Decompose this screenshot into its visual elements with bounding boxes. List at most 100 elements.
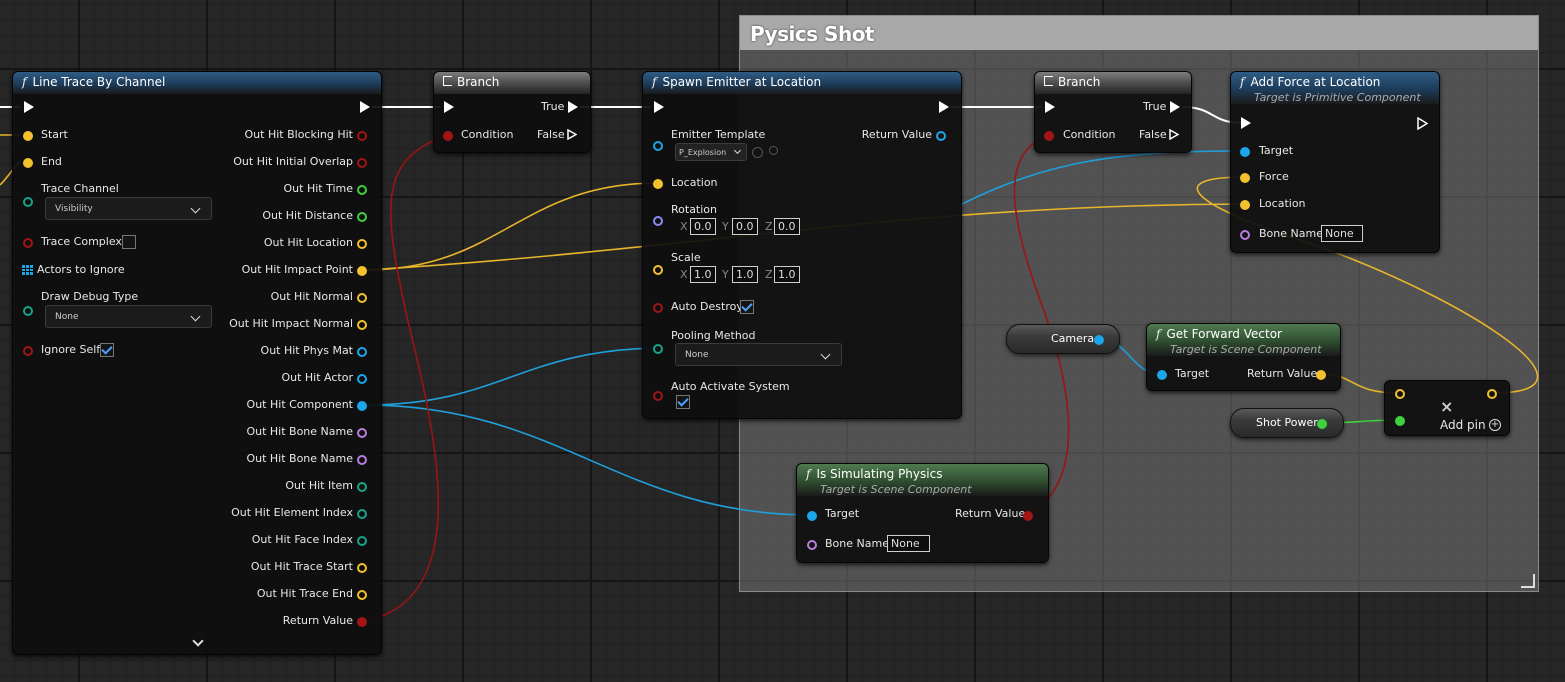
out-hit-impact-point-pin[interactable]: [357, 266, 367, 276]
pooling-method-dropdown[interactable]: None: [675, 343, 842, 366]
forward-return-value-pin[interactable]: [1316, 370, 1326, 380]
out-hit-time-pin[interactable]: [357, 185, 367, 195]
out-hit-bone-name-pin[interactable]: [357, 428, 367, 438]
draw-debug-dropdown[interactable]: None: [45, 305, 212, 328]
auto-destroy-checkbox[interactable]: [740, 300, 754, 314]
trace-complex-pin[interactable]: [23, 238, 33, 248]
out-hit-trace-start-pin[interactable]: [357, 563, 367, 573]
branch2-true-pin[interactable]: [1170, 101, 1180, 113]
rotation-z-input[interactable]: 0.0: [774, 218, 800, 235]
draw-debug-value: None: [55, 312, 79, 322]
out-hit-trace-end-pin[interactable]: [357, 590, 367, 600]
add-pin-plus-icon[interactable]: +: [1489, 419, 1501, 431]
ignore-self-checkbox[interactable]: [100, 343, 114, 357]
rotation-x-input[interactable]: 0.0: [690, 218, 716, 235]
camera-out-pin[interactable]: [1094, 335, 1104, 345]
emitter-template-dropdown[interactable]: P_Explosion: [675, 143, 747, 161]
add-force-subtitle: Target is Primitive Component: [1254, 91, 1421, 104]
branch-header-2[interactable]: Branch: [1035, 72, 1191, 94]
ignore-self-pin[interactable]: [23, 346, 33, 356]
end-pin[interactable]: [23, 158, 33, 168]
spawn-return-value-pin[interactable]: [936, 131, 946, 141]
simulating-return-value-pin[interactable]: [1023, 511, 1033, 521]
scale-pin[interactable]: [653, 265, 663, 275]
branch-exec-in-pin[interactable]: [444, 101, 454, 113]
out-hit-blocking-hit-label: Out Hit Blocking Hit: [244, 128, 353, 141]
multiply-out-pin[interactable]: [1487, 389, 1497, 399]
trace-complex-checkbox[interactable]: [122, 235, 136, 249]
out-hit-blocking-hit-pin[interactable]: [357, 131, 367, 141]
add-force-location-pin[interactable]: [1240, 200, 1250, 210]
array-pin-icon[interactable]: [22, 265, 33, 275]
rotation-pin[interactable]: [653, 216, 663, 226]
out-hit-component-pin[interactable]: [357, 401, 367, 411]
add-force-header[interactable]: f Add Force at Location Target is Primitiv…: [1231, 72, 1439, 104]
out-hit-item-pin[interactable]: [357, 482, 367, 492]
trace-channel-dropdown[interactable]: Visibility: [45, 197, 212, 220]
branch2-false-pin[interactable]: [1169, 129, 1179, 140]
use-selected-icon[interactable]: [752, 147, 763, 158]
branch-true-pin[interactable]: [568, 101, 578, 113]
simulating-bone-name-label: Bone Name: [825, 537, 889, 550]
rotation-y-input[interactable]: 0.0: [732, 218, 758, 235]
scale-x-input[interactable]: 1.0: [690, 266, 716, 283]
out-hit-bone-name-2-pin[interactable]: [357, 455, 367, 465]
start-pin[interactable]: [23, 131, 33, 141]
out-hit-initial-overlap-pin[interactable]: [357, 158, 367, 168]
branch-icon: [443, 76, 452, 86]
branch-icon: [1044, 76, 1053, 86]
spawn-exec-in-pin[interactable]: [654, 101, 664, 113]
simulating-bone-name-pin[interactable]: [807, 540, 817, 550]
scale-z-input[interactable]: 1.0: [774, 266, 800, 283]
simulating-bone-name-input[interactable]: None: [887, 535, 930, 552]
branch-header[interactable]: Branch: [434, 72, 590, 94]
multiply-in-a-pin[interactable]: [1395, 389, 1405, 399]
branch2-condition-pin[interactable]: [1044, 131, 1054, 141]
out-hit-phys-mat-pin[interactable]: [357, 347, 367, 357]
forward-target-pin[interactable]: [1157, 370, 1167, 380]
force-pin[interactable]: [1240, 173, 1250, 183]
draw-debug-pin[interactable]: [23, 306, 33, 316]
spawn-emitter-header[interactable]: f Spawn Emitter at Location: [643, 72, 961, 94]
out-hit-impact-normal-label: Out Hit Impact Normal: [229, 317, 353, 330]
add-force-bone-name-pin[interactable]: [1240, 230, 1250, 240]
return-value-pin[interactable]: [357, 617, 367, 627]
shot-power-out-pin[interactable]: [1317, 419, 1327, 429]
location-pin[interactable]: [653, 179, 663, 189]
trace-channel-pin[interactable]: [23, 197, 33, 207]
exec-out-pin[interactable]: [360, 101, 370, 113]
add-force-target-pin[interactable]: [1240, 147, 1250, 157]
is-simulating-physics-header[interactable]: f Is Simulating Physics Target is Scene Co…: [797, 464, 1048, 496]
out-hit-impact-normal-pin[interactable]: [357, 320, 367, 330]
add-force-exec-out-pin[interactable]: [1417, 117, 1428, 130]
out-hit-element-index-pin[interactable]: [357, 509, 367, 519]
branch-condition-label: Condition: [461, 128, 514, 141]
multiply-in-b-pin[interactable]: [1395, 416, 1405, 426]
branch-condition-pin[interactable]: [443, 131, 453, 141]
auto-activate-checkbox[interactable]: [676, 395, 690, 409]
force-label: Force: [1259, 170, 1289, 183]
out-hit-distance-pin[interactable]: [357, 212, 367, 222]
auto-activate-pin[interactable]: [653, 391, 663, 401]
scale-y-input[interactable]: 1.0: [732, 266, 758, 283]
line-trace-header[interactable]: f Line Trace By Channel: [13, 72, 381, 94]
spawn-exec-out-pin[interactable]: [939, 101, 949, 113]
emitter-template-pin[interactable]: [653, 141, 663, 151]
add-force-bone-name-input[interactable]: None: [1321, 225, 1363, 242]
simulating-target-pin[interactable]: [807, 511, 817, 521]
out-hit-actor-pin[interactable]: [357, 374, 367, 384]
emitter-template-label: Emitter Template: [671, 128, 766, 141]
get-forward-vector-header[interactable]: f Get Forward Vector Target is Scene Compo…: [1147, 324, 1340, 356]
branch-false-pin[interactable]: [567, 129, 577, 140]
out-hit-face-index-pin[interactable]: [357, 536, 367, 546]
branch2-exec-in-pin[interactable]: [1045, 101, 1055, 113]
exec-in-pin[interactable]: [24, 101, 34, 113]
out-hit-normal-pin[interactable]: [357, 293, 367, 303]
pooling-method-pin[interactable]: [653, 344, 663, 354]
is-simulating-physics-subtitle: Target is Scene Component: [820, 483, 972, 496]
out-hit-location-pin[interactable]: [357, 239, 367, 249]
browse-search-icon[interactable]: [769, 146, 778, 155]
add-force-exec-in-pin[interactable]: [1241, 117, 1251, 129]
branch2-false-label: False: [1139, 128, 1167, 141]
auto-destroy-pin[interactable]: [653, 303, 663, 313]
